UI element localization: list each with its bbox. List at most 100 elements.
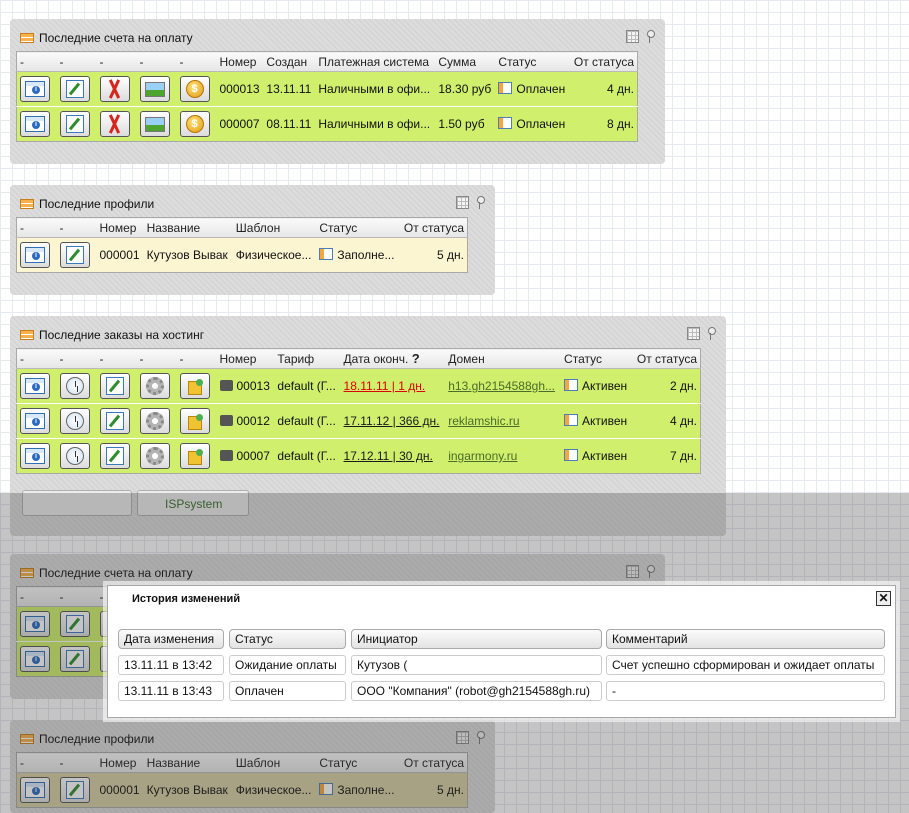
- invoice-status-cell[interactable]: Оплачен: [495, 71, 570, 107]
- invoice-system: Наличными в офи...: [315, 71, 436, 107]
- hosting-widget-header: Последние заказы на хостинг: [16, 322, 720, 348]
- status-icon[interactable]: [564, 449, 579, 461]
- order-domain-cell: reklamshic.ru: [445, 403, 562, 439]
- column-header-status[interactable]: Статус: [561, 348, 633, 369]
- help-icon[interactable]: ?: [412, 351, 420, 366]
- order-end-date-link[interactable]: 18.11.11 | 1 дн.: [344, 379, 426, 393]
- order-domain-link[interactable]: reklamshic.ru: [448, 414, 519, 428]
- info-button[interactable]: [20, 373, 50, 399]
- column-header-number[interactable]: Номер: [216, 348, 275, 369]
- column-header-status[interactable]: Статус: [316, 217, 400, 238]
- order-status-cell[interactable]: Активен: [561, 403, 633, 439]
- column-header-age[interactable]: От статуса: [399, 217, 468, 238]
- status-icon[interactable]: [564, 379, 579, 391]
- profile-number: 000001: [96, 237, 144, 273]
- settings-button[interactable]: [139, 408, 170, 434]
- profile-status-cell[interactable]: Заполне...: [316, 237, 400, 273]
- order-end-date-link[interactable]: 17.12.11 | 30 дн.: [344, 449, 433, 463]
- status-icon[interactable]: [319, 248, 334, 260]
- status-icon[interactable]: [498, 117, 513, 129]
- column-header-system[interactable]: Платежная система: [315, 51, 436, 72]
- invoice-age: 8 дн.: [569, 106, 638, 142]
- status-icon[interactable]: [498, 82, 513, 94]
- column-header-tariff[interactable]: Тариф: [274, 348, 341, 369]
- pin-icon[interactable]: [475, 196, 485, 210]
- edit-button[interactable]: [59, 76, 90, 102]
- edit-button[interactable]: [59, 111, 90, 137]
- column-header-date[interactable]: Дата изменения: [118, 629, 224, 649]
- order-end-date-link[interactable]: 17.11.12 | 366 дн.: [344, 414, 440, 428]
- dialog-title: История изменений: [132, 593, 241, 605]
- info-button[interactable]: [20, 76, 50, 102]
- order-domain-cell: ingarmony.ru: [445, 438, 562, 474]
- invoice-number: 000007: [216, 106, 264, 142]
- column-header-number[interactable]: Номер: [96, 217, 144, 238]
- profile-status: Заполне...: [337, 248, 395, 262]
- image-icon: [144, 81, 165, 97]
- profiles-widget-title: Последние профили: [39, 197, 155, 211]
- column-header-age[interactable]: От статуса: [569, 51, 638, 72]
- history-button[interactable]: [59, 408, 90, 434]
- edit-button[interactable]: [99, 443, 130, 469]
- settings-button[interactable]: [139, 443, 170, 469]
- grid-view-icon[interactable]: [687, 327, 700, 340]
- column-header-sum[interactable]: Сумма: [435, 51, 496, 72]
- info-button[interactable]: [20, 111, 50, 137]
- dialog-header: История изменений ✕: [108, 586, 895, 612]
- edit-icon: [105, 377, 124, 395]
- info-button[interactable]: [20, 242, 50, 268]
- pay-button[interactable]: $: [179, 76, 210, 102]
- order-status-cell[interactable]: Активен: [561, 438, 633, 474]
- table-row: 00013 default (Г... 18.11.11 | 1 дн. h13…: [16, 368, 701, 404]
- pdf-button[interactable]: [99, 76, 130, 102]
- column-header-status[interactable]: Статус: [495, 51, 570, 72]
- image-button[interactable]: [139, 76, 170, 102]
- history-button[interactable]: [59, 373, 90, 399]
- history-initiator: ООО "Компания" (robot@gh2154588gh.ru): [351, 681, 602, 701]
- column-header-domain[interactable]: Домен: [445, 348, 562, 369]
- table-row: 000001 Кутузов Вывак Физическое... Запол…: [16, 237, 468, 273]
- grid-view-icon[interactable]: [626, 30, 639, 43]
- column-header-initiator[interactable]: Инициатор: [351, 629, 602, 649]
- end-date-label: Дата оконч.: [343, 352, 409, 366]
- addon-button[interactable]: [179, 373, 210, 399]
- image-button[interactable]: [139, 111, 170, 137]
- gear-icon: [145, 447, 164, 465]
- column-header-created[interactable]: Создан: [263, 51, 316, 72]
- addon-button[interactable]: [179, 408, 210, 434]
- info-button[interactable]: [20, 443, 50, 469]
- order-age: 2 дн.: [632, 368, 701, 404]
- status-icon[interactable]: [564, 414, 579, 426]
- column-header-comment[interactable]: Комментарий: [606, 629, 885, 649]
- edit-icon: [65, 246, 84, 264]
- invoice-created: 08.11.11: [263, 106, 316, 142]
- edit-button[interactable]: [59, 242, 90, 268]
- column-header-template[interactable]: Шаблон: [232, 217, 317, 238]
- pdf-button[interactable]: [99, 111, 130, 137]
- edit-icon: [105, 447, 124, 465]
- table-row: $ 000007 08.11.11 Наличными в офи... 1.5…: [16, 106, 638, 142]
- edit-button[interactable]: [99, 373, 130, 399]
- column-header-status[interactable]: Статус: [229, 629, 346, 649]
- column-header-name[interactable]: Название: [143, 217, 233, 238]
- close-icon[interactable]: ✕: [876, 591, 891, 606]
- order-domain-link[interactable]: ingarmony.ru: [448, 449, 517, 463]
- grid-view-icon[interactable]: [456, 196, 469, 209]
- order-status-cell[interactable]: Активен: [561, 368, 633, 404]
- history-button[interactable]: [59, 443, 90, 469]
- order-domain-link[interactable]: h13.gh2154588gh...: [448, 379, 555, 393]
- addon-button[interactable]: [179, 443, 210, 469]
- info-button[interactable]: [20, 408, 50, 434]
- pay-button[interactable]: $: [179, 111, 210, 137]
- pin-icon[interactable]: [645, 30, 655, 44]
- invoice-status-cell[interactable]: Оплачен: [495, 106, 570, 142]
- invoice-sum: 1.50 руб: [435, 106, 496, 142]
- column-header-end-date[interactable]: Дата оконч. ?: [340, 348, 446, 369]
- settings-button[interactable]: [139, 373, 170, 399]
- column-header-age[interactable]: От статуса: [632, 348, 701, 369]
- edit-button[interactable]: [99, 408, 130, 434]
- invoice-created: 13.11.11: [263, 71, 316, 107]
- column-header-number[interactable]: Номер: [216, 51, 264, 72]
- info-icon: [25, 378, 45, 394]
- pin-icon[interactable]: [706, 327, 716, 341]
